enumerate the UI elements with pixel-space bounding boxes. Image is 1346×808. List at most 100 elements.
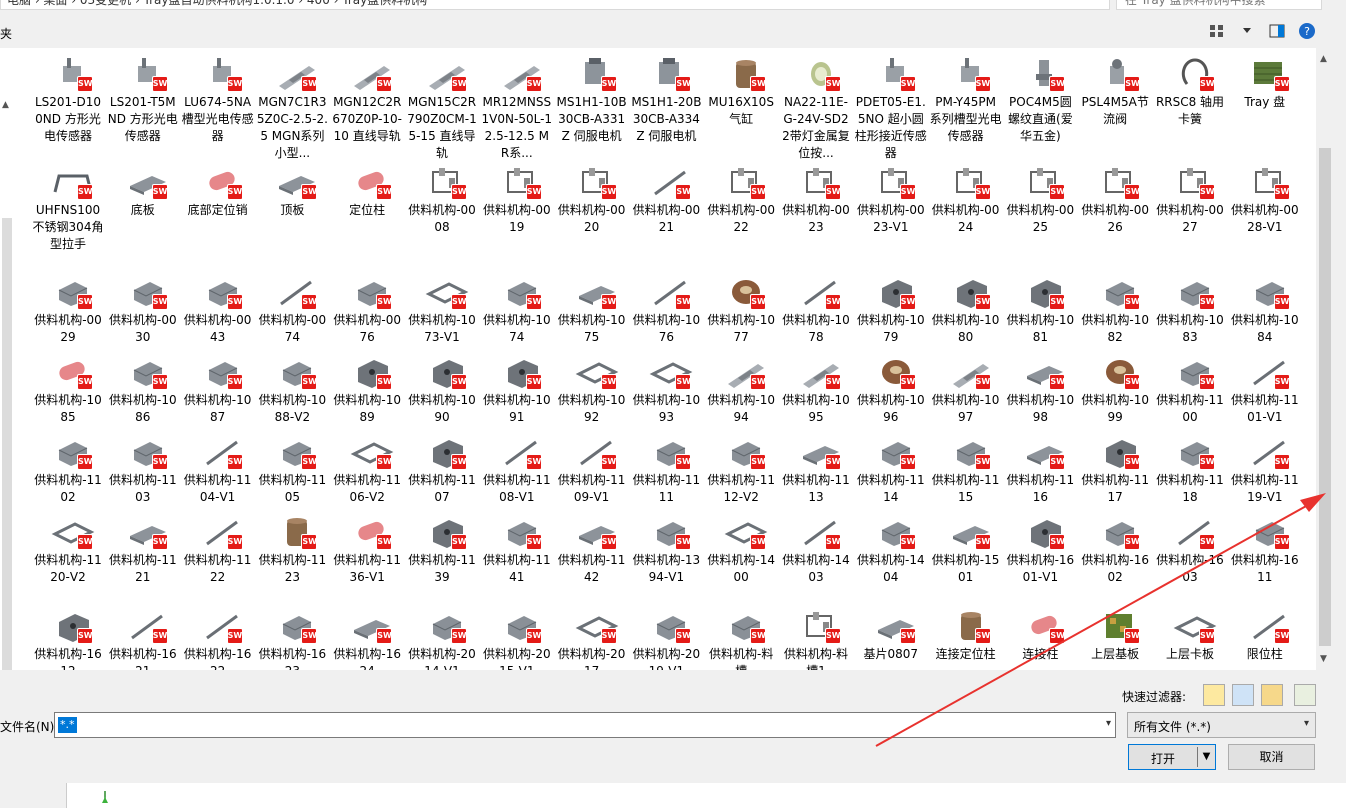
file-item[interactable]: SW 供料机构-1092 — [556, 346, 628, 426]
file-item[interactable]: SW 供料机构-1117 — [1079, 426, 1151, 506]
file-item[interactable]: SW 供料机构-1601-V1 — [1004, 506, 1076, 586]
file-item[interactable]: SW 供料机构-1098 — [1004, 346, 1076, 426]
file-list-scrollbar[interactable]: ▲ ▼ — [1316, 48, 1334, 670]
file-item[interactable]: SW 供料机构-1084 — [1229, 266, 1301, 346]
file-item[interactable]: SW 供料机构-1086 — [107, 346, 179, 426]
file-item[interactable]: SW 定位柱 — [331, 156, 403, 219]
file-item[interactable]: SW 供料机构-1603 — [1154, 506, 1226, 586]
file-item[interactable]: SW 供料机构-1090 — [406, 346, 478, 426]
file-item[interactable]: SW 限位柱 — [1229, 600, 1301, 663]
file-item[interactable]: SW 供料机构-2015-V1 — [481, 600, 553, 670]
file-item[interactable]: SW 供料机构-0008 — [406, 156, 478, 236]
help-icon[interactable]: ? — [1296, 20, 1318, 42]
file-item[interactable]: SW 供料机构-1104-V1 — [182, 426, 254, 506]
file-item[interactable]: SW 供料机构-料槽 — [705, 600, 777, 670]
scroll-up-icon[interactable]: ▲ — [1320, 54, 1327, 64]
address-bar[interactable]: 电脑 › 桌面 › 03变更机 › Tray盘自动供料机构1.0.1.0 › 4… — [0, 0, 1110, 10]
open-button[interactable]: 打开 ▼ — [1128, 744, 1216, 770]
file-item[interactable]: SW 供料机构-1099 — [1079, 346, 1151, 426]
open-split-arrow[interactable]: ▼ — [1197, 747, 1215, 767]
file-item[interactable]: SW NA22-11E-G-24V-SD22带灯金属复位按... — [780, 48, 852, 162]
file-item[interactable]: SW 供料机构-0076 — [331, 266, 403, 346]
filter-drawings-icon[interactable] — [1261, 684, 1283, 706]
file-item[interactable]: SW 供料机构-1111 — [630, 426, 702, 506]
file-item[interactable]: SW PDET05-E1.5NO 超小圆柱形接近传感器 — [855, 48, 927, 162]
file-item[interactable]: SW 供料机构-1073-V1 — [406, 266, 478, 346]
file-item[interactable]: SW 供料机构-0030 — [107, 266, 179, 346]
file-item[interactable]: SW 供料机构-1142 — [556, 506, 628, 586]
file-item[interactable]: SW 供料机构-1103 — [107, 426, 179, 506]
file-item[interactable]: SW 供料机构-1076 — [630, 266, 702, 346]
filter-parts-icon[interactable] — [1203, 684, 1225, 706]
file-item[interactable]: SW 供料机构-0074 — [256, 266, 328, 346]
file-item[interactable]: SW 供料机构-1118 — [1154, 426, 1226, 506]
file-item[interactable]: SW 供料机构-1612 — [32, 600, 104, 670]
file-item[interactable]: SW MGN15C2R790Z0CM-15-15 直线导轨 — [406, 48, 478, 162]
file-item[interactable]: SW 供料机构-0021 — [630, 156, 702, 236]
nav-scrollbar-thumb[interactable] — [2, 218, 12, 688]
scroll-up-icon[interactable]: ▲ — [2, 100, 9, 110]
file-item[interactable]: SW 供料机构-0019 — [481, 156, 553, 236]
file-item[interactable]: SW UHFNS100 不锈钢304角型拉手 — [32, 156, 104, 253]
file-item[interactable]: SW 供料机构-1100 — [1154, 346, 1226, 426]
file-item[interactable]: SW 供料机构-1089 — [331, 346, 403, 426]
file-item[interactable]: SW 供料机构-2017 — [556, 600, 628, 670]
file-item[interactable]: SW 上层基板 — [1079, 600, 1151, 663]
file-item[interactable]: SW 供料机构-1087 — [182, 346, 254, 426]
file-item[interactable]: SW 供料机构-0020 — [556, 156, 628, 236]
file-item[interactable]: SW 供料机构-料槽1 — [780, 600, 852, 670]
file-item[interactable]: SW 供料机构-1403 — [780, 506, 852, 586]
file-item[interactable]: SW MU16X10S 气缸 — [705, 48, 777, 128]
organize-label[interactable]: 夹 — [0, 25, 12, 42]
file-item[interactable]: SW 供料机构-1096 — [855, 346, 927, 426]
scrollbar-thumb[interactable] — [1319, 148, 1331, 646]
file-item[interactable]: SW Tray 盘 — [1229, 48, 1301, 111]
file-item[interactable]: SW MS1H1-10B30CB-A331Z 伺服电机 — [556, 48, 628, 145]
file-item[interactable]: SW 供料机构-1079 — [855, 266, 927, 346]
file-item[interactable]: SW 供料机构-1078 — [780, 266, 852, 346]
filter-top-level-icon[interactable] — [1294, 684, 1316, 706]
file-item[interactable]: SW 供料机构-0043 — [182, 266, 254, 346]
file-item[interactable]: SW 供料机构-1097 — [930, 346, 1002, 426]
file-item[interactable]: SW 基片0807 — [855, 600, 927, 663]
file-item[interactable]: SW 供料机构-0024 — [930, 156, 1002, 236]
file-item[interactable]: SW 供料机构-1082 — [1079, 266, 1151, 346]
file-item[interactable]: SW 供料机构-1394-V1 — [630, 506, 702, 586]
file-item[interactable]: SW 供料机构-1094 — [705, 346, 777, 426]
file-item[interactable]: SW PM-Y45PM系列槽型光电传感器 — [930, 48, 1002, 145]
scroll-down-icon[interactable]: ▼ — [1320, 654, 1327, 664]
file-item[interactable]: SW 供料机构-0027 — [1154, 156, 1226, 236]
search-input[interactable]: 在 Tray 盘供料机构中搜索 — [1116, 0, 1322, 10]
file-item[interactable]: SW 供料机构-1112-V2 — [705, 426, 777, 506]
file-item[interactable]: SW 供料机构-1602 — [1079, 506, 1151, 586]
cancel-button[interactable]: 取消 — [1228, 744, 1315, 770]
navigation-pane[interactable]: ▲ ▼ — [0, 48, 16, 713]
file-item[interactable]: SW 供料机构-0029 — [32, 266, 104, 346]
file-item[interactable]: SW 供料机构-1074 — [481, 266, 553, 346]
chevron-down-icon[interactable]: ▾ — [1304, 718, 1309, 729]
file-item[interactable]: SW 供料机构-1085 — [32, 346, 104, 426]
file-item[interactable]: SW 供料机构-1611 — [1229, 506, 1301, 586]
file-list[interactable]: SW LS201-D100ND 方形光电传感器 SW LS201-T5MND 方形光电… — [16, 48, 1316, 670]
filename-value[interactable]: *.* — [58, 717, 77, 733]
file-item[interactable]: SW 供料机构-1095 — [780, 346, 852, 426]
file-item[interactable]: SW LS201-T5MND 方形光电传感器 — [107, 48, 179, 145]
file-item[interactable]: SW MGN12C2R670Z0P-10-10 直线导轨 — [331, 48, 403, 145]
file-item[interactable]: SW 供料机构-1113 — [780, 426, 852, 506]
file-item[interactable]: SW 供料机构-1083 — [1154, 266, 1226, 346]
file-item[interactable]: SW LU674-5NA 槽型光电传感器 — [182, 48, 254, 145]
file-item[interactable]: SW 供料机构-1088-V2 — [256, 346, 328, 426]
file-item[interactable]: SW 供料机构-1139 — [406, 506, 478, 586]
file-item[interactable]: SW PSL4M5A节流阀 — [1079, 48, 1151, 128]
file-item[interactable]: SW RRSC8 轴用卡簧 — [1154, 48, 1226, 128]
file-item[interactable]: SW 供料机构-2014-V1 — [406, 600, 478, 670]
file-item[interactable]: SW 供料机构-1121 — [107, 506, 179, 586]
file-item[interactable]: SW 供料机构-1501 — [930, 506, 1002, 586]
file-item[interactable]: SW 连接柱 — [1004, 600, 1076, 663]
file-item[interactable]: SW 供料机构-1080 — [930, 266, 1002, 346]
file-item[interactable]: SW 供料机构-1101-V1 — [1229, 346, 1301, 426]
file-item[interactable]: SW 顶板 — [256, 156, 328, 219]
file-item[interactable]: SW 供料机构-1116 — [1004, 426, 1076, 506]
file-item[interactable]: SW MGN7C1R35Z0C-2.5-2.5 MGN系列小型... — [256, 48, 328, 162]
file-item[interactable]: SW 供料机构-1077 — [705, 266, 777, 346]
